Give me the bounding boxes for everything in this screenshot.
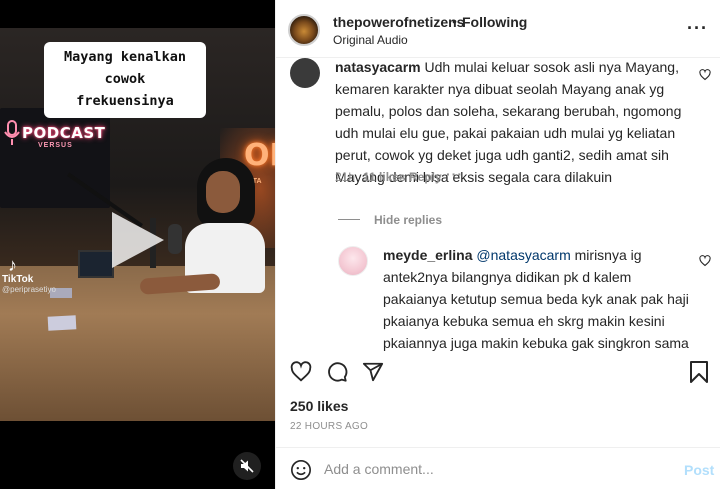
- card-on-table: [47, 315, 77, 331]
- caption-line: cowok: [104, 71, 146, 87]
- caption-line: Mayang kenalkan: [64, 49, 186, 65]
- reply-button[interactable]: Reply: [409, 170, 442, 184]
- like-heart-icon[interactable]: [699, 255, 711, 267]
- tiktok-icon: ♪: [8, 255, 17, 275]
- comment-likes[interactable]: 11 likes: [363, 170, 406, 184]
- separator-dot: •: [452, 13, 457, 29]
- post-media[interactable]: OP ERTA PODCAST VERSUS ♪ TikTok @peripra…: [0, 0, 275, 489]
- hide-replies-button[interactable]: Hide replies: [374, 213, 442, 227]
- mute-button[interactable]: [233, 452, 261, 480]
- reply-body: meyde_erlina @natasyacarm mirisnya ig an…: [383, 244, 693, 356]
- comment-icon[interactable]: [326, 361, 348, 383]
- play-icon[interactable]: [112, 212, 164, 268]
- comment-username[interactable]: natasyacarm: [335, 59, 421, 75]
- caption-line: frekuensinya: [76, 93, 174, 109]
- neon-sign-text: OP: [244, 138, 275, 173]
- post-button[interactable]: Post: [684, 462, 714, 478]
- reply-text: mirisnya ig antek2nya bilangnya didikan …: [383, 247, 689, 351]
- reply-username[interactable]: meyde_erlina: [383, 247, 473, 263]
- tiktok-watermark: ♪ TikTok @periprasetiyo: [2, 256, 56, 294]
- versus-word: VERSUS: [38, 142, 73, 149]
- avatar[interactable]: [288, 14, 320, 46]
- comment-body: natasyacarm Udh mulai keluar sosok asli …: [335, 58, 690, 188]
- post-header: thepowerofnetizens • Following Original …: [276, 0, 720, 58]
- podcast-logo: PODCAST VERSUS: [4, 120, 105, 149]
- comments-list[interactable]: natasyacarm Udh mulai keluar sosok asli …: [276, 58, 720, 356]
- audio-link[interactable]: Original Audio: [333, 33, 408, 47]
- microphone: [168, 224, 182, 254]
- person-face: [206, 171, 240, 213]
- podcast-word: PODCAST: [22, 124, 106, 142]
- header-username[interactable]: thepowerofnetizens: [333, 14, 464, 30]
- microphone-icon: [4, 120, 20, 145]
- tiktok-name: TikTok: [2, 274, 34, 285]
- more-options-icon[interactable]: ···: [687, 18, 708, 39]
- avatar[interactable]: [290, 58, 320, 88]
- following-button[interactable]: Following: [462, 14, 527, 30]
- post-timestamp[interactable]: 22 HOURS AGO: [290, 421, 368, 432]
- comment-input[interactable]: [324, 456, 664, 482]
- mention-link[interactable]: @natasyacarm: [476, 247, 570, 263]
- device-on-table: [78, 250, 114, 278]
- likes-count[interactable]: 250 likes: [290, 398, 348, 414]
- tiktok-handle: @periprasetiyo: [2, 285, 56, 294]
- add-comment-bar: Post: [276, 447, 720, 489]
- like-heart-icon[interactable]: [699, 69, 711, 81]
- bookmark-icon[interactable]: [689, 361, 709, 383]
- post-side-panel: thepowerofnetizens • Following Original …: [275, 0, 720, 489]
- share-icon[interactable]: [362, 361, 384, 383]
- comment-time[interactable]: 21h: [335, 170, 355, 184]
- video-caption: Mayang kenalkan cowok frekuensinya: [44, 42, 206, 118]
- divider: [338, 219, 360, 220]
- heart-icon[interactable]: [290, 361, 312, 383]
- comment-options-icon[interactable]: ···: [446, 166, 463, 182]
- avatar[interactable]: [338, 246, 368, 276]
- speaker-muted-icon: [240, 459, 254, 473]
- emoji-icon[interactable]: [290, 459, 312, 481]
- comment-text: Udh mulai keluar sosok asli nya Mayang, …: [335, 59, 682, 185]
